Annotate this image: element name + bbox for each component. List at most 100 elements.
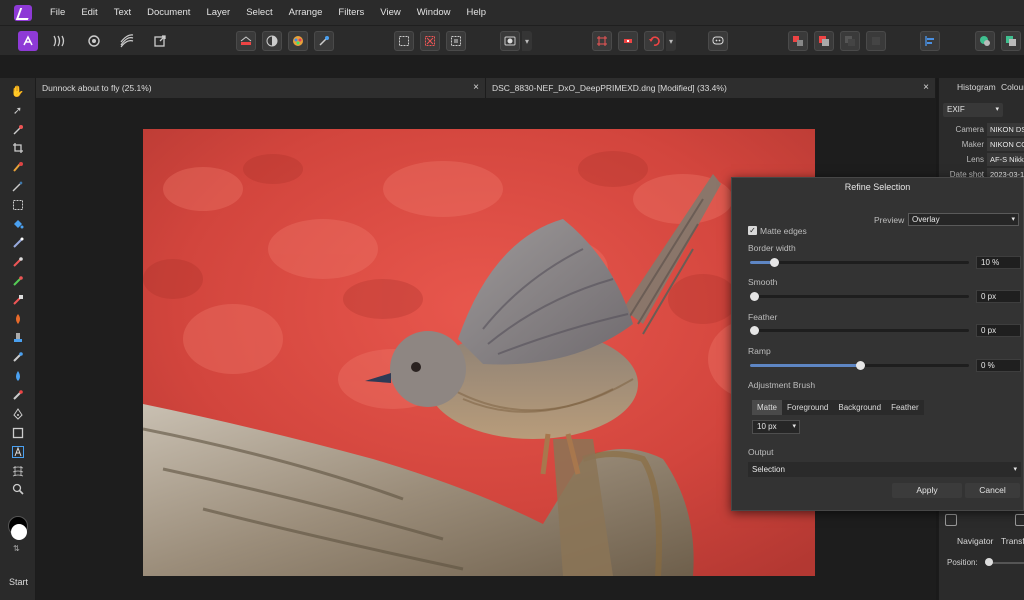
- menu-edit[interactable]: Edit: [73, 0, 105, 25]
- preview-dropdown[interactable]: Overlay ▾: [908, 213, 1019, 226]
- liquify-persona-icon[interactable]: [50, 31, 70, 51]
- menu-file[interactable]: File: [42, 0, 73, 25]
- arrange-front-icon[interactable]: [866, 31, 886, 51]
- brush-mode-matte[interactable]: Matte: [752, 400, 783, 415]
- view-tool-hand-icon[interactable]: ✋: [10, 84, 25, 99]
- crop-tool-icon[interactable]: [10, 140, 25, 155]
- brush-mode-background[interactable]: Background: [833, 400, 886, 415]
- auto-colours-icon[interactable]: [288, 31, 308, 51]
- export-persona-icon[interactable]: [150, 31, 170, 51]
- menu-filters[interactable]: Filters: [330, 0, 372, 25]
- brush-mode-foreground[interactable]: Foreground: [782, 400, 833, 415]
- menu-help[interactable]: Help: [459, 0, 495, 25]
- brush-size-dropdown[interactable]: 10 px ▾: [752, 420, 800, 434]
- blur-brush-tool-icon[interactable]: [10, 368, 25, 383]
- develop-persona-icon[interactable]: [84, 31, 104, 51]
- quick-mask-icon[interactable]: [500, 31, 520, 51]
- assistant-icon[interactable]: [618, 31, 638, 51]
- zoom-tool-icon[interactable]: [10, 481, 25, 496]
- cancel-button[interactable]: Cancel: [965, 483, 1020, 498]
- smooth-slider[interactable]: [750, 292, 969, 301]
- tab-dsc-8830[interactable]: DSC_8830-NEF_DxO_DeepPRIMEXD.dng [Modifi…: [486, 78, 936, 98]
- swap-colours-icon[interactable]: ⇅: [13, 544, 20, 553]
- photo-persona-icon[interactable]: [18, 31, 38, 51]
- quick-mask-dropdown-icon[interactable]: ▾: [522, 31, 532, 51]
- deselect-icon[interactable]: [420, 31, 440, 51]
- panel-options-icon[interactable]: [945, 514, 957, 526]
- menu-select[interactable]: Select: [238, 0, 280, 25]
- flood-fill-tool-icon[interactable]: [10, 216, 25, 231]
- border-width-slider[interactable]: [750, 258, 969, 267]
- flood-select-tool-icon[interactable]: [10, 178, 25, 193]
- assistant-manager-icon[interactable]: [708, 31, 728, 51]
- undo-history-icon[interactable]: [644, 31, 664, 51]
- mesh-warp-tool-icon[interactable]: [10, 463, 25, 478]
- red-eye-tool-icon[interactable]: [10, 387, 25, 402]
- start-label[interactable]: Start: [9, 577, 28, 587]
- snapping-icon[interactable]: [592, 31, 612, 51]
- clone-brush-tool-icon[interactable]: [10, 330, 25, 345]
- ramp-value[interactable]: 0 %: [976, 359, 1021, 372]
- align-icon[interactable]: [920, 31, 940, 51]
- selection-marquee-icon[interactable]: [394, 31, 414, 51]
- menu-text[interactable]: Text: [106, 0, 139, 25]
- border-width-slider-handle[interactable]: [770, 258, 779, 267]
- invert-selection-icon[interactable]: [446, 31, 466, 51]
- primary-colour-swatch[interactable]: [11, 524, 27, 540]
- panel-menu-icon[interactable]: [1015, 514, 1024, 526]
- snapping-dropdown-icon[interactable]: ▾: [666, 31, 676, 51]
- brush-mode-feather[interactable]: Feather: [886, 400, 924, 415]
- border-width-value[interactable]: 10 %: [976, 256, 1021, 269]
- affinity-photo-logo-icon[interactable]: [14, 4, 32, 21]
- tab-dunnock[interactable]: Dunnock about to fly (25.1%) ×: [36, 78, 486, 98]
- auto-white-balance-icon[interactable]: [314, 31, 334, 51]
- close-icon[interactable]: ×: [923, 78, 929, 98]
- colour-replacement-tool-icon[interactable]: [10, 273, 25, 288]
- feather-value[interactable]: 0 px: [976, 324, 1021, 337]
- menu-document[interactable]: Document: [139, 0, 198, 25]
- burn-brush-tool-icon[interactable]: [10, 311, 25, 326]
- paint-brush-tool-icon[interactable]: [10, 254, 25, 269]
- menu-view[interactable]: View: [372, 0, 408, 25]
- boolean-add-icon[interactable]: [975, 31, 995, 51]
- tone-mapping-persona-icon[interactable]: [117, 31, 137, 51]
- artistic-text-tool-icon[interactable]: [10, 444, 25, 459]
- marquee-tool-icon[interactable]: [10, 197, 25, 212]
- tab-colour[interactable]: Colour: [1001, 82, 1024, 92]
- apply-button[interactable]: Apply: [892, 483, 962, 498]
- auto-contrast-icon[interactable]: [262, 31, 282, 51]
- selection-brush-tool-icon[interactable]: [10, 159, 25, 174]
- tab-transform[interactable]: Transfo: [1001, 536, 1024, 546]
- canvas-photo-dunnock[interactable]: [143, 129, 815, 576]
- erase-brush-tool-icon[interactable]: [10, 292, 25, 307]
- feather-slider[interactable]: [750, 326, 969, 335]
- ramp-slider-handle[interactable]: [856, 361, 865, 370]
- exif-label-maker: Maker: [961, 140, 984, 149]
- boolean-subtract-icon[interactable]: [1001, 31, 1021, 51]
- arrange-backward-icon[interactable]: [814, 31, 834, 51]
- healing-brush-tool-icon[interactable]: [10, 349, 25, 364]
- position-slider-handle[interactable]: [985, 558, 993, 566]
- smooth-slider-handle[interactable]: [750, 292, 759, 301]
- menu-arrange[interactable]: Arrange: [281, 0, 331, 25]
- tab-histogram[interactable]: Histogram: [957, 82, 996, 92]
- output-dropdown[interactable]: Selection ▾: [748, 462, 1021, 477]
- exif-dropdown[interactable]: EXIF ▾: [943, 103, 1003, 117]
- dialog-title: Refine Selection: [844, 182, 911, 192]
- rectangle-tool-icon[interactable]: [10, 425, 25, 440]
- arrange-forward-icon[interactable]: [840, 31, 860, 51]
- smooth-value[interactable]: 0 px: [976, 290, 1021, 303]
- tab-navigator[interactable]: Navigator: [957, 536, 993, 546]
- gradient-tool-icon[interactable]: [10, 235, 25, 250]
- menu-window[interactable]: Window: [409, 0, 459, 25]
- auto-levels-icon[interactable]: [236, 31, 256, 51]
- ramp-slider[interactable]: [750, 361, 969, 370]
- pen-tool-icon[interactable]: [10, 406, 25, 421]
- arrange-back-icon[interactable]: [788, 31, 808, 51]
- move-tool-icon[interactable]: ➚: [10, 103, 25, 118]
- close-icon[interactable]: ×: [473, 78, 479, 98]
- menu-layer[interactable]: Layer: [198, 0, 238, 25]
- matte-edges-checkbox[interactable]: ✓: [748, 226, 757, 235]
- colour-picker-tool-icon[interactable]: [10, 122, 25, 137]
- feather-slider-handle[interactable]: [750, 326, 759, 335]
